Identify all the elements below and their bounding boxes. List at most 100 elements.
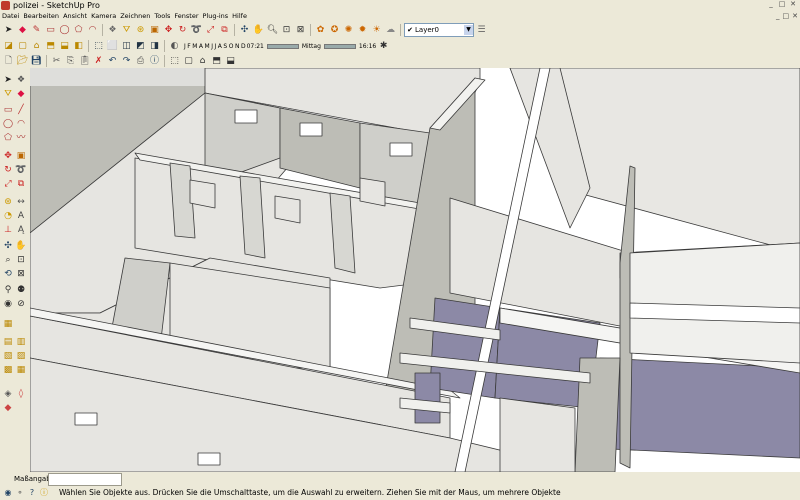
time-slider[interactable] [266, 43, 299, 49]
hint-icon[interactable]: ⓘ [39, 487, 49, 497]
geo-location-icon[interactable]: ◉ [3, 487, 13, 497]
rotate-tool-icon[interactable]: ↻ [176, 24, 189, 37]
section-plane-icon[interactable]: ⊘ [15, 298, 27, 310]
move-tool-icon[interactable]: ✥ [2, 150, 14, 162]
menu-kamera[interactable]: Kamera [89, 11, 118, 22]
menu-fenster[interactable]: Fenster [172, 11, 200, 22]
select-tool-icon[interactable]: ➤ [2, 24, 15, 37]
menu-plugins[interactable]: Plug-ins [201, 11, 231, 22]
camera-iso-icon[interactable]: ⬚ [168, 55, 181, 68]
freehand-tool-icon[interactable]: 〰 [15, 132, 27, 144]
back-view-icon[interactable]: ⬓ [58, 40, 71, 53]
sandbox-c-icon[interactable]: ◆ [2, 402, 14, 414]
left-view-icon[interactable]: ◧ [72, 40, 85, 53]
circle-tool-icon[interactable]: ◯ [2, 118, 14, 130]
shadow-month-bar[interactable]: J F M A M J J A S O N D [184, 43, 246, 50]
shaded-style-icon[interactable]: ◩ [134, 40, 147, 53]
doc-restore-button[interactable]: □ [783, 11, 790, 22]
cut-icon[interactable]: ✂ [50, 55, 63, 68]
minimize-button[interactable]: _ [766, 0, 776, 9]
arc-tool-icon[interactable]: ◠ [15, 118, 27, 130]
make-component-icon[interactable]: ❖ [15, 74, 27, 86]
orbit-tool-icon[interactable]: ✣ [2, 240, 14, 252]
scale-tool-icon[interactable]: ⤢ [204, 24, 217, 37]
tape-measure-icon[interactable]: ⊛ [2, 196, 14, 208]
protractor-tool-icon[interactable]: ◔ [2, 210, 14, 222]
paint-bucket-icon[interactable]: ⛛ [2, 88, 14, 100]
orbit-tool-icon[interactable]: ✣ [238, 24, 251, 37]
axes-tool-icon[interactable]: ⊥ [2, 224, 14, 236]
redo-icon[interactable]: ↷ [120, 55, 133, 68]
shadow-settings-icon[interactable]: ✱ [377, 40, 390, 53]
camera-front-icon[interactable]: ⌂ [196, 55, 209, 68]
model-info-icon[interactable]: ⓘ [148, 55, 161, 68]
pan-tool-icon[interactable]: ✋ [252, 24, 265, 37]
component-d-icon[interactable]: ▧ [2, 350, 14, 362]
dimension-tool-icon[interactable]: ↔ [15, 196, 27, 208]
follow-me-icon[interactable]: ➰ [15, 164, 27, 176]
component-e-icon[interactable]: ▨ [15, 350, 27, 362]
menu-bearbeiten[interactable]: Bearbeiten [21, 11, 61, 22]
sandbox-a-icon[interactable]: ◈ [2, 388, 14, 400]
previous-view-icon[interactable]: ⟲ [2, 268, 14, 280]
pan-tool-icon[interactable]: ✋ [15, 240, 27, 252]
push-pull-icon[interactable]: ▣ [148, 24, 161, 37]
arc-tool-icon[interactable]: ◠ [86, 24, 99, 37]
copy-icon[interactable]: ⎘ [64, 55, 77, 68]
maximize-button[interactable]: □ [777, 0, 787, 9]
sandbox-b-icon[interactable]: ◊ [15, 388, 27, 400]
warehouse-icon[interactable]: ✿ [314, 24, 327, 37]
polygon-tool-icon[interactable]: ⬠ [2, 132, 14, 144]
front-view-icon[interactable]: ⌂ [30, 40, 43, 53]
rotate-tool-icon[interactable]: ↻ [2, 164, 14, 176]
model-viewport[interactable] [30, 68, 800, 472]
layer-dropdown-arrow-icon[interactable]: ▼ [464, 25, 473, 35]
paste-icon[interactable]: 📋︎ [78, 55, 91, 68]
component-f-icon[interactable]: ▩ [2, 364, 14, 376]
shadow-toggle-icon[interactable]: ◐ [168, 40, 181, 53]
text-tool-icon[interactable]: A [15, 210, 27, 222]
eraser-tool-icon[interactable]: ◆ [16, 24, 29, 37]
help-icon[interactable]: ? [27, 487, 37, 497]
zoom-tool-icon[interactable]: 🔍︎ [266, 24, 279, 37]
google-earth-icon[interactable]: ☀ [370, 24, 383, 37]
rectangle-tool-icon[interactable]: ▭ [44, 24, 57, 37]
menu-tools[interactable]: Tools [152, 11, 172, 22]
top-view-icon[interactable]: ▢ [16, 40, 29, 53]
menu-hilfe[interactable]: Hilfe [230, 11, 249, 22]
eraser-tool-icon[interactable]: ◆ [15, 88, 27, 100]
menu-ansicht[interactable]: Ansicht [61, 11, 89, 22]
print-icon[interactable]: ⎙ [134, 55, 147, 68]
component-b-icon[interactable]: ▤ [2, 336, 14, 348]
rectangle-tool-icon[interactable]: ▭ [2, 104, 14, 116]
walk-tool-icon[interactable]: ⚉ [15, 284, 27, 296]
doc-close-button[interactable]: ✕ [792, 11, 798, 22]
menu-datei[interactable]: Datei [0, 11, 21, 22]
zoom-extents-icon[interactable]: ⊠ [15, 268, 27, 280]
polygon-tool-icon[interactable]: ⬠ [72, 24, 85, 37]
open-file-icon[interactable]: 📂︎ [16, 55, 29, 68]
photo-textures-icon[interactable]: ☁ [384, 24, 397, 37]
camera-back-icon[interactable]: ⬓ [224, 55, 237, 68]
layer-select[interactable]: ✔ Layer0 ▼ [404, 23, 474, 37]
iso-view-icon[interactable]: ◪ [2, 40, 15, 53]
circle-tool-icon[interactable]: ◯ [58, 24, 71, 37]
credits-icon[interactable]: ⚬ [15, 487, 25, 497]
save-file-icon[interactable]: 💾︎ [30, 55, 43, 68]
zoom-tool-icon[interactable]: ⌕ [2, 254, 14, 266]
right-view-icon[interactable]: ⬒ [44, 40, 57, 53]
menu-zeichnen[interactable]: Zeichnen [118, 11, 152, 22]
look-around-icon[interactable]: ◉ [2, 298, 14, 310]
new-file-icon[interactable]: 🗋︎ [2, 55, 15, 68]
hidden-line-style-icon[interactable]: ◫ [120, 40, 133, 53]
tape-measure-icon[interactable]: ⊛ [134, 24, 147, 37]
offset-tool-icon[interactable]: ⧉ [218, 24, 231, 37]
measurements-input[interactable] [48, 473, 122, 486]
layer-manager-icon[interactable]: ☰ [475, 24, 488, 37]
camera-top-icon[interactable]: ▢ [182, 55, 195, 68]
pencil-tool-icon[interactable]: ✎ [30, 24, 43, 37]
camera-right-icon[interactable]: ⬒ [210, 55, 223, 68]
component-g-icon[interactable]: ▦ [15, 364, 27, 376]
paint-bucket-icon[interactable]: ⛛ [120, 24, 133, 37]
position-camera-icon[interactable]: ⚲ [2, 284, 14, 296]
